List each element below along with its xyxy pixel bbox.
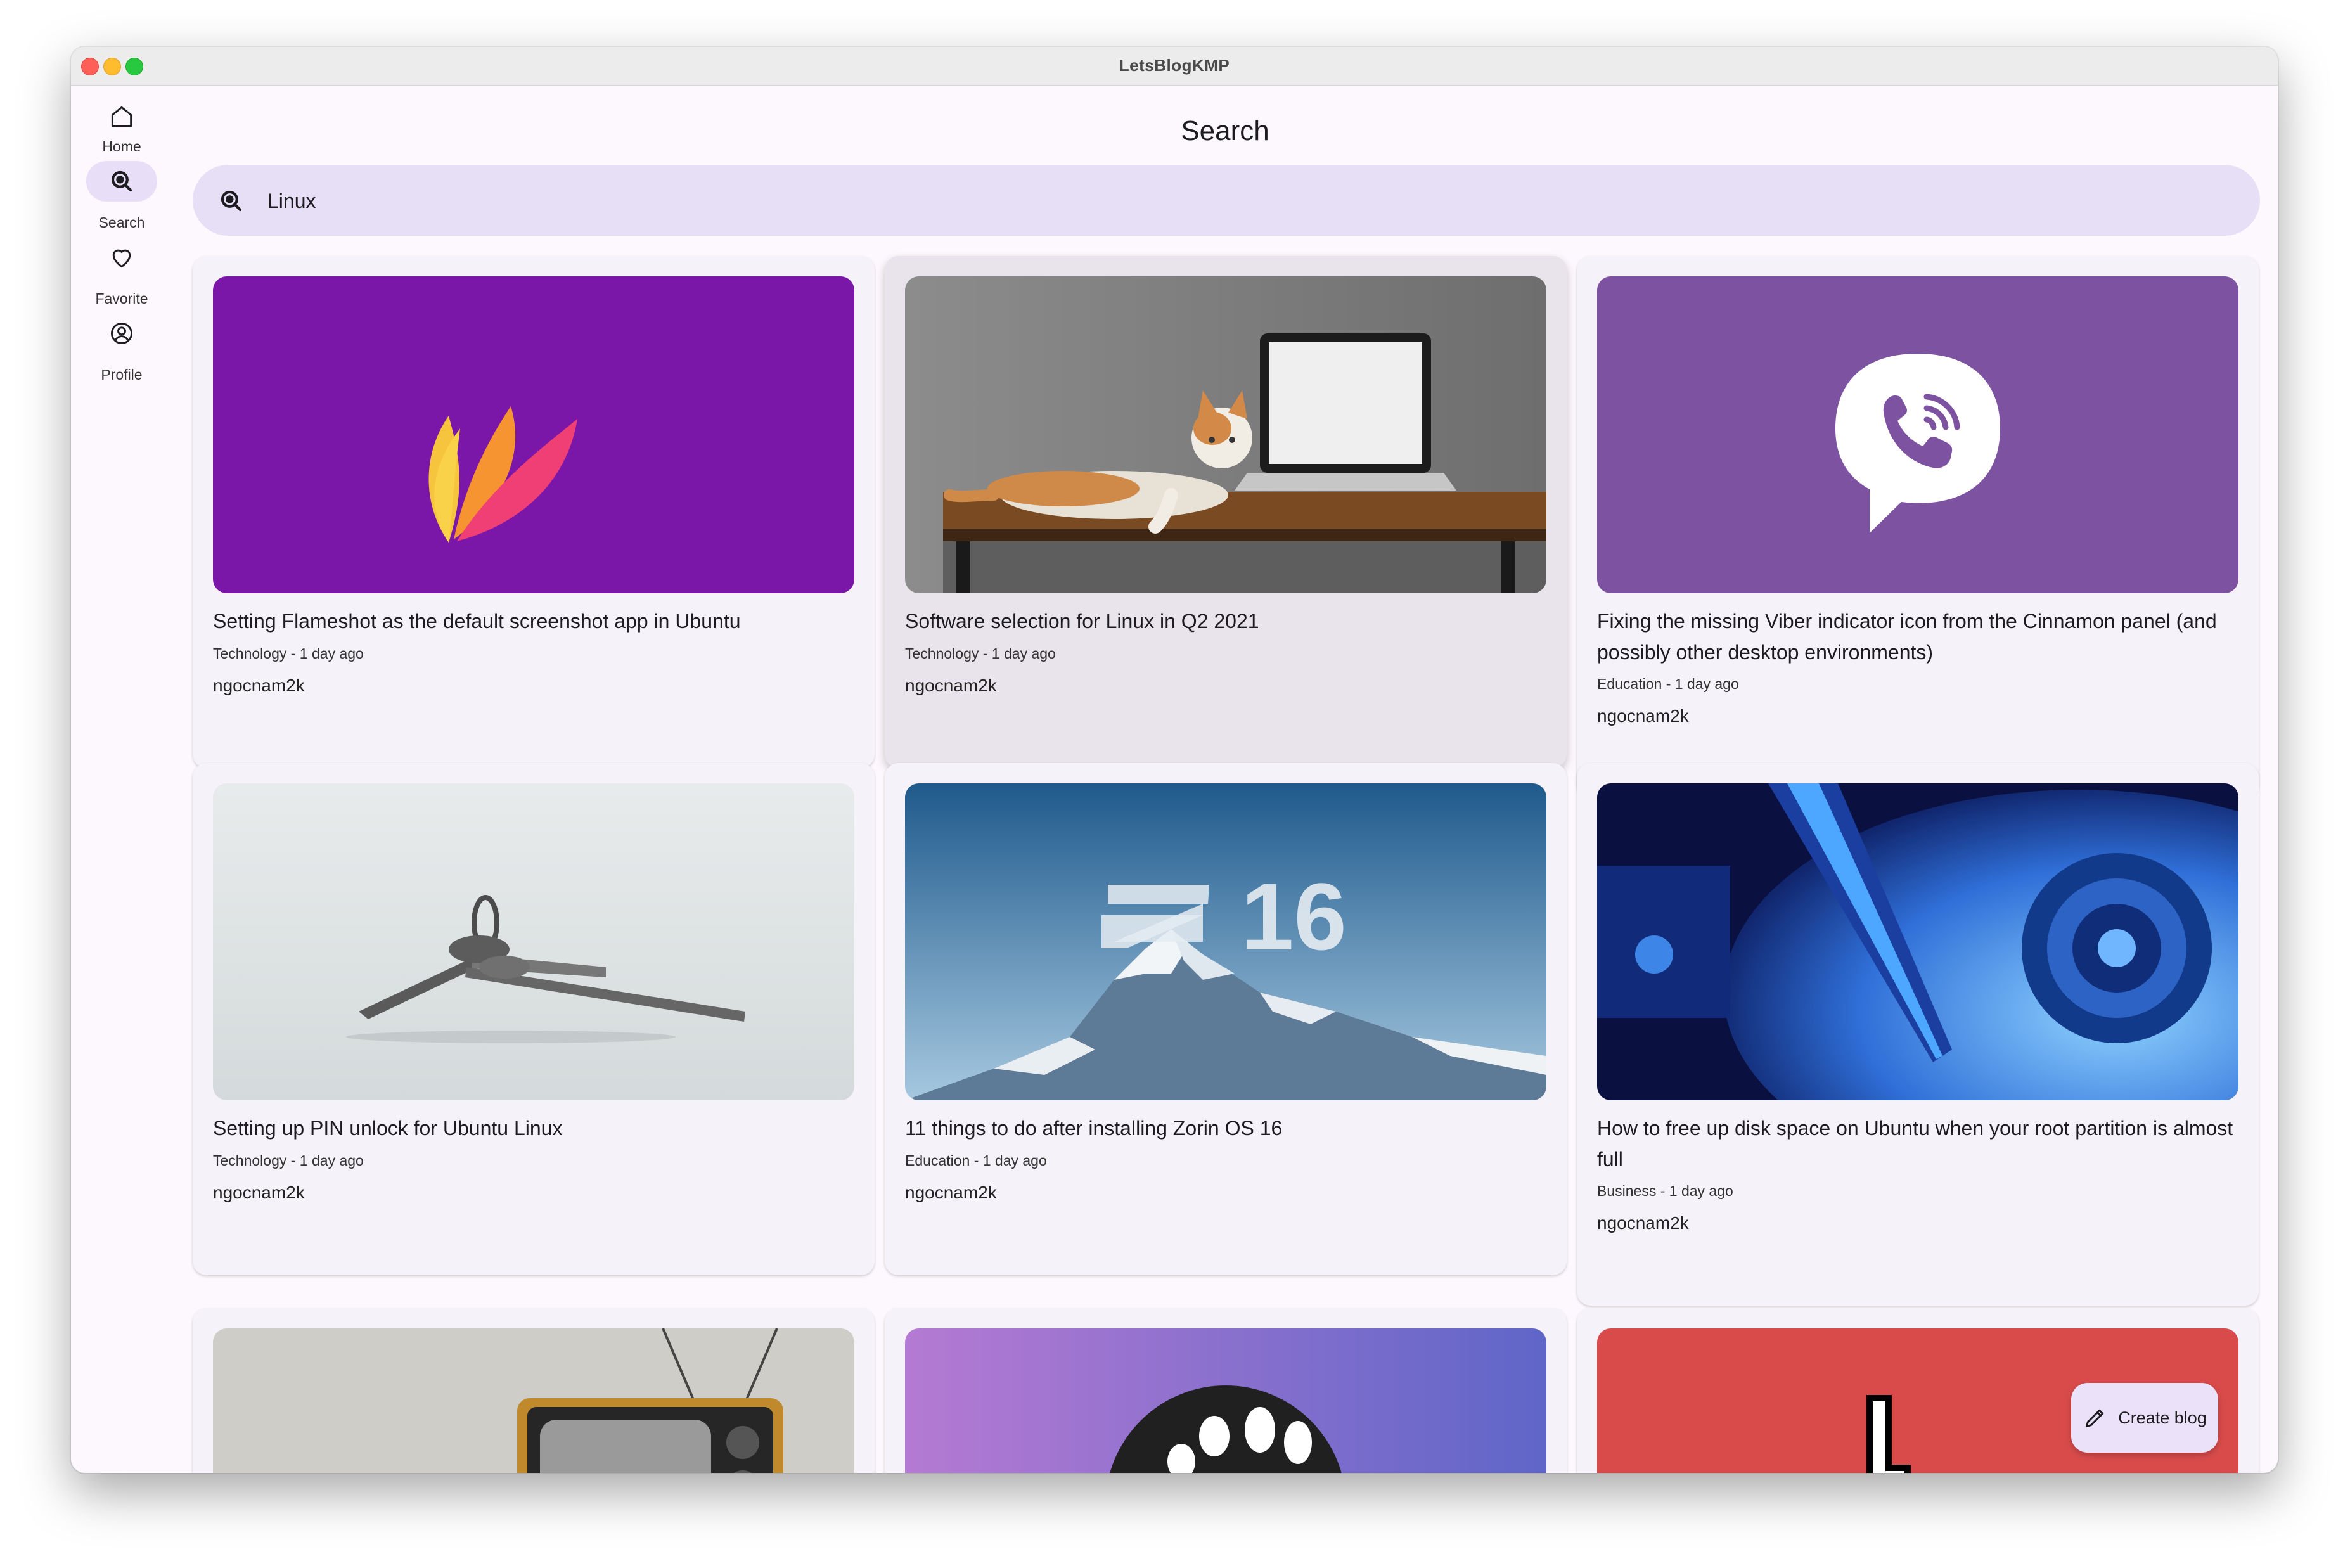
post-image xyxy=(905,276,1546,593)
page-title: Search xyxy=(1181,115,1269,146)
home-icon xyxy=(111,106,132,127)
post-title: 11 things to do after installing Zorin O… xyxy=(905,1117,1283,1140)
post-meta: Education - 1 day ago xyxy=(1597,676,1739,692)
post-image xyxy=(213,276,854,593)
pencil-icon xyxy=(2086,1409,2104,1427)
profile-icon xyxy=(110,322,133,345)
post-image xyxy=(905,1328,1546,1473)
nav-item-home[interactable]: Home xyxy=(71,85,172,156)
post-card[interactable]: How to free up disk space on Ubuntu when… xyxy=(1577,763,2259,1306)
nav-item-favorite[interactable]: Favorite xyxy=(71,237,172,308)
post-card[interactable]: Fixing the missing Viber indicator icon … xyxy=(1577,256,2259,799)
post-image xyxy=(1597,783,2238,1100)
post-author: ngocnam2k xyxy=(213,676,305,695)
search-icon xyxy=(221,190,242,212)
post-image xyxy=(1597,276,2238,593)
create-blog-button[interactable]: Create blog xyxy=(2071,1383,2218,1453)
nav-item-profile[interactable]: Profile xyxy=(71,313,172,384)
post-meta: Technology - 1 day ago xyxy=(213,1152,364,1169)
window-title: LetsBlogKMP xyxy=(1119,56,1230,75)
post-image xyxy=(213,1328,854,1473)
search-icon xyxy=(111,170,132,192)
post-image xyxy=(213,783,854,1100)
post-card[interactable]: Software selection for Linux in Q2 2021 … xyxy=(885,256,1567,768)
post-title: Fixing the missing Viber indicator icon … xyxy=(1597,610,2217,664)
post-meta: Technology - 1 day ago xyxy=(905,645,1056,662)
nav-label-favorite: Favorite xyxy=(95,290,148,307)
zorin-version-text: 16 xyxy=(1241,863,1347,970)
post-card[interactable]: 16 11 things to do after installing Zori… xyxy=(885,763,1567,1275)
search-input[interactable] xyxy=(266,183,2170,219)
post-card[interactable] xyxy=(885,1308,1567,1473)
post-meta: Business - 1 day ago xyxy=(1597,1183,1733,1199)
post-author: ngocnam2k xyxy=(213,1183,305,1202)
post-title: Software selection for Linux in Q2 2021 xyxy=(905,610,1259,633)
post-author: ngocnam2k xyxy=(905,1183,997,1202)
post-title: How to free up disk space on Ubuntu when… xyxy=(1597,1117,2233,1171)
post-meta: Technology - 1 day ago xyxy=(213,645,364,662)
post-card[interactable]: Setting up PIN unlock for Ubuntu Linux T… xyxy=(193,763,875,1275)
post-image: 16 xyxy=(905,783,1546,1100)
navigation-rail: Home Search Favorite Profile xyxy=(71,85,172,1473)
post-author: ngocnam2k xyxy=(1597,1213,1689,1233)
nav-label-profile: Profile xyxy=(101,366,143,383)
title-bar: LetsBlogKMP xyxy=(71,47,2278,86)
nav-item-search[interactable]: Search xyxy=(71,161,172,232)
search-bar[interactable] xyxy=(193,165,2260,236)
post-card[interactable] xyxy=(193,1308,875,1473)
app-window: LetsBlogKMP Home Search Favorite Profile… xyxy=(71,47,2278,1473)
post-card[interactable]: Setting Flameshot as the default screens… xyxy=(193,256,875,768)
post-title: Setting Flameshot as the default screens… xyxy=(213,610,741,633)
nav-label-search: Search xyxy=(98,214,145,231)
post-title: Setting up PIN unlock for Ubuntu Linux xyxy=(213,1117,563,1140)
post-author: ngocnam2k xyxy=(1597,706,1689,726)
nav-label-home: Home xyxy=(102,138,141,155)
post-meta: Education - 1 day ago xyxy=(905,1152,1047,1169)
post-author: ngocnam2k xyxy=(905,676,997,695)
create-blog-label: Create blog xyxy=(2118,1408,2207,1427)
heart-icon xyxy=(112,249,131,268)
